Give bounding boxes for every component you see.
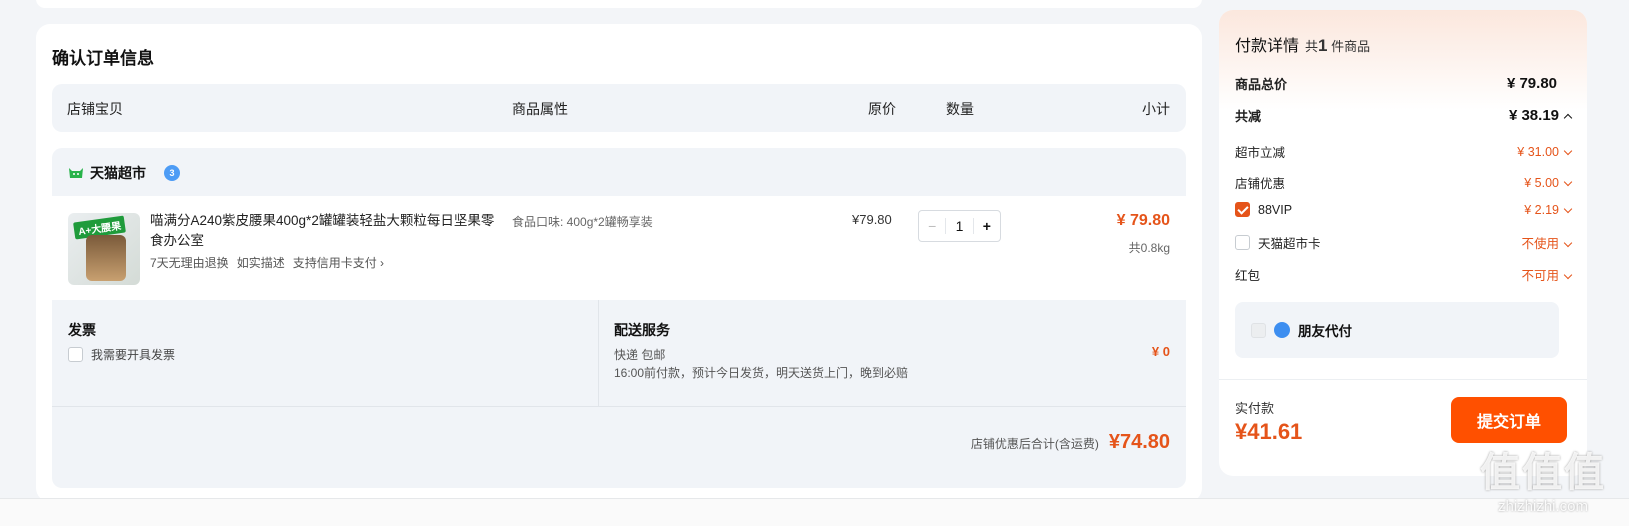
shop-header: 天猫超市 3	[68, 163, 180, 183]
invoice-checkbox[interactable]	[68, 347, 83, 362]
chevron-up-icon[interactable]	[1563, 113, 1573, 123]
delivery-note: 16:00前付款，预计今日发货，明天送货上门，晚到必赔	[614, 366, 909, 380]
chevron-down-icon[interactable]	[1563, 238, 1573, 248]
payment-title: 付款详情	[1235, 38, 1300, 55]
watermark-site: zhizhizhi.com	[1497, 498, 1589, 515]
quantity-value[interactable]: 1	[946, 218, 972, 234]
panel-gradient	[1219, 10, 1587, 110]
actual-payment-value: ¥41.61	[1235, 419, 1303, 444]
discount-item-label: 超市立减	[1235, 146, 1286, 160]
shop-total-value: ¥74.80	[1108, 431, 1170, 453]
watermark-logo: 值值值 zhizhizhi.com	[1480, 440, 1606, 515]
col-shop-item: 店铺宝贝	[67, 101, 123, 117]
payment-panel: 付款详情 共1 件商品 商品总价 ¥ 79.80 共减 ¥ 38.19 超市立减…	[1219, 10, 1587, 476]
discount-item-card[interactable]: 天猫超市卡 不使用	[1235, 233, 1573, 252]
shop-name[interactable]: 天猫超市	[90, 163, 146, 183]
discount-item-value: 不可用	[1521, 269, 1559, 283]
row-divider	[52, 406, 1186, 407]
shop-total: 店铺优惠后合计(含运费) ¥74.80	[971, 431, 1170, 454]
tag-credit-card[interactable]: 支持信用卡支付 ›	[293, 254, 384, 271]
discount-item-value: 不使用	[1521, 237, 1559, 251]
invoice-section: 发票 我需要开具发票	[68, 300, 588, 406]
col-attribute: 商品属性	[512, 101, 568, 117]
discount-item-label: 88VIP	[1258, 202, 1293, 217]
goods-total-value: ¥ 79.80	[1506, 75, 1557, 92]
chevron-down-icon[interactable]	[1563, 270, 1573, 280]
panel-divider	[1219, 379, 1587, 380]
count-suffix: 件商品	[1331, 39, 1371, 54]
count-prefix: 共	[1305, 39, 1319, 54]
product-can-graphic	[86, 235, 126, 281]
discount-item-value: ¥ 2.19	[1524, 202, 1559, 217]
goods-total-label: 商品总价	[1235, 77, 1288, 92]
discount-item-88vip[interactable]: 88VIP ¥ 2.19	[1235, 202, 1573, 217]
footer-strip	[0, 498, 1629, 526]
service-tags: 7天无理由退换 如实描述 支持信用卡支付 ›	[150, 254, 384, 271]
delivery-title: 配送服务	[614, 322, 670, 338]
item-count: 1	[1318, 36, 1328, 55]
actual-payment: 实付款 ¥41.61	[1235, 398, 1302, 445]
actual-payment-label: 实付款	[1235, 401, 1275, 416]
product-row: A+大腰果 喵满分A240紫皮腰果400g*2罐罐装轻盐大颗粒每日坚果零食办公室…	[52, 196, 1186, 300]
discount-item-value: ¥ 5.00	[1524, 175, 1559, 190]
item-weight: 共0.8kg	[1128, 241, 1170, 255]
discount-item-shop[interactable]: 店铺优惠 ¥ 5.00	[1235, 173, 1573, 192]
chevron-down-icon[interactable]	[1563, 146, 1573, 155]
tmall-cat-icon	[69, 168, 83, 178]
col-subtotal: 小计	[1142, 101, 1170, 117]
discount-row[interactable]: 共减 ¥ 38.19	[1235, 106, 1573, 125]
friend-pay-option[interactable]: 朋友代付	[1235, 302, 1559, 358]
item-subtotal: ¥ 79.80	[1116, 212, 1170, 229]
shop-block: 天猫超市 3 A+大腰果 喵满分A240紫皮腰果400g*2罐罐装轻盐大颗粒每日…	[52, 148, 1186, 488]
delivery-section: 配送服务 快递 包邮 16:00前付款，预计今日发货，明天送货上门，晚到必赔 ¥…	[614, 300, 1170, 406]
goods-total-row: 商品总价 ¥ 79.80	[1235, 74, 1571, 93]
original-price: ¥79.80	[852, 212, 892, 227]
chevron-down-icon[interactable]	[1563, 177, 1573, 186]
discount-value: ¥ 38.19	[1508, 107, 1559, 124]
tag-return: 7天无理由退换	[150, 256, 229, 270]
watermark-glyphs: 值值值	[1480, 451, 1606, 495]
shop-total-label: 店铺优惠后合计(含运费)	[970, 437, 1099, 451]
col-quantity: 数量	[946, 101, 974, 117]
invoice-option-label: 我需要开具发票	[91, 348, 176, 362]
delivery-method: 快递 包邮	[614, 348, 666, 362]
friend-pay-icon	[1274, 322, 1290, 338]
page-title: 确认订单信息	[52, 49, 154, 68]
payment-header: 付款详情 共1 件商品	[1235, 32, 1370, 56]
friend-pay-label: 朋友代付	[1298, 324, 1352, 339]
tag-description: 如实描述	[236, 256, 285, 270]
88vip-checkbox[interactable]	[1235, 202, 1250, 217]
product-name[interactable]: 喵满分A240紫皮腰果400g*2罐罐装轻盐大颗粒每日坚果零食办公室	[150, 211, 495, 251]
card-checkbox[interactable]	[1235, 235, 1250, 250]
previous-card	[36, 0, 1202, 8]
discount-item-label: 店铺优惠	[1235, 177, 1286, 191]
invoice-title: 发票	[68, 322, 96, 338]
decrease-button[interactable]: −	[919, 218, 947, 234]
section-divider	[598, 300, 599, 406]
friend-pay-checkbox[interactable]	[1251, 322, 1266, 338]
order-card: 确认订单信息 店铺宝贝 商品属性 原价 数量 小计 天猫超市 3 A+大腰果 喵…	[36, 24, 1202, 502]
increase-button[interactable]: +	[972, 218, 1000, 234]
discount-item-supermarket[interactable]: 超市立减 ¥ 31.00	[1235, 142, 1573, 161]
col-original-price: 原价	[868, 101, 896, 117]
invoice-option[interactable]: 我需要开具发票	[68, 346, 175, 363]
submit-order-button[interactable]: 提交订单	[1451, 397, 1567, 443]
discount-item-redpacket[interactable]: 红包 不可用	[1235, 265, 1573, 284]
product-attribute: 食品口味: 400g*2罐畅享装	[512, 215, 653, 229]
discount-item-value: ¥ 31.00	[1517, 144, 1559, 159]
discount-item-label: 天猫超市卡	[1258, 237, 1321, 251]
delivery-fee: ¥ 0	[1151, 344, 1170, 359]
quantity-stepper: − 1 +	[918, 210, 1001, 242]
product-image[interactable]: A+大腰果	[68, 213, 140, 285]
discount-item-label: 红包	[1235, 269, 1261, 283]
discount-label: 共减	[1235, 109, 1262, 124]
chevron-down-icon[interactable]	[1563, 204, 1573, 213]
chat-badge-icon[interactable]: 3	[164, 165, 180, 181]
table-header: 店铺宝贝 商品属性 原价 数量 小计	[52, 84, 1186, 132]
